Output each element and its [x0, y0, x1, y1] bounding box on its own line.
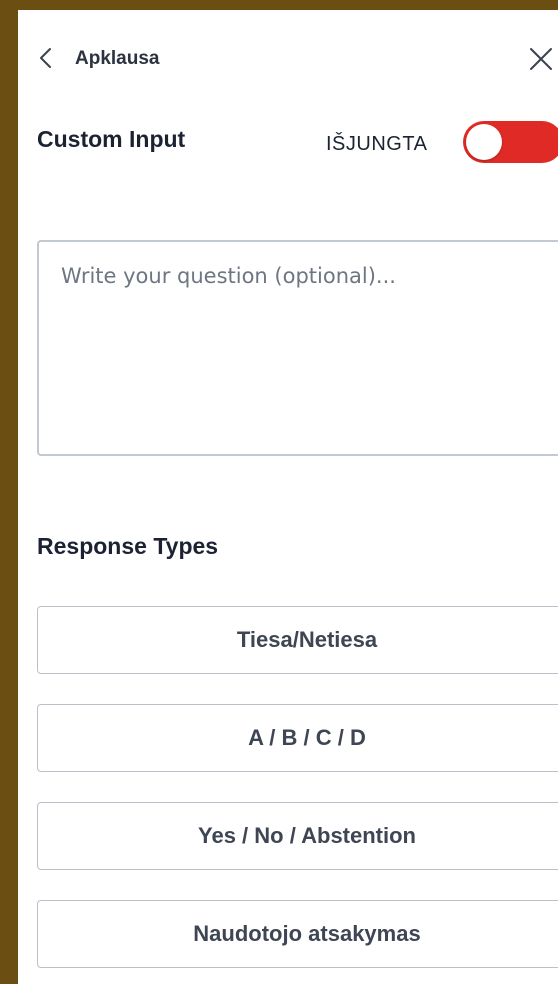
response-type-yes-no-abstention-button[interactable]: Yes / No / Abstention: [37, 802, 558, 870]
response-type-abcd-button[interactable]: A / B / C / D: [37, 704, 558, 772]
chevron-left-icon[interactable]: [35, 46, 59, 70]
close-icon[interactable]: [526, 44, 556, 74]
custom-input-label: Custom Input: [37, 126, 186, 152]
custom-input-toggle[interactable]: [463, 121, 558, 163]
toggle-knob: [466, 124, 502, 160]
question-input[interactable]: [37, 240, 558, 456]
response-type-user-answer-button[interactable]: Naudotojo atsakymas: [37, 900, 558, 968]
toggle-state-label: IŠJUNGTA: [326, 133, 428, 155]
response-types-heading: Response Types: [37, 533, 219, 559]
response-type-true-false-button[interactable]: Tiesa/Netiesa: [37, 606, 558, 674]
panel-title: Apklausa: [75, 48, 160, 69]
poll-panel: Apklausa Custom Input IŠJUNGTA Response …: [18, 10, 558, 984]
